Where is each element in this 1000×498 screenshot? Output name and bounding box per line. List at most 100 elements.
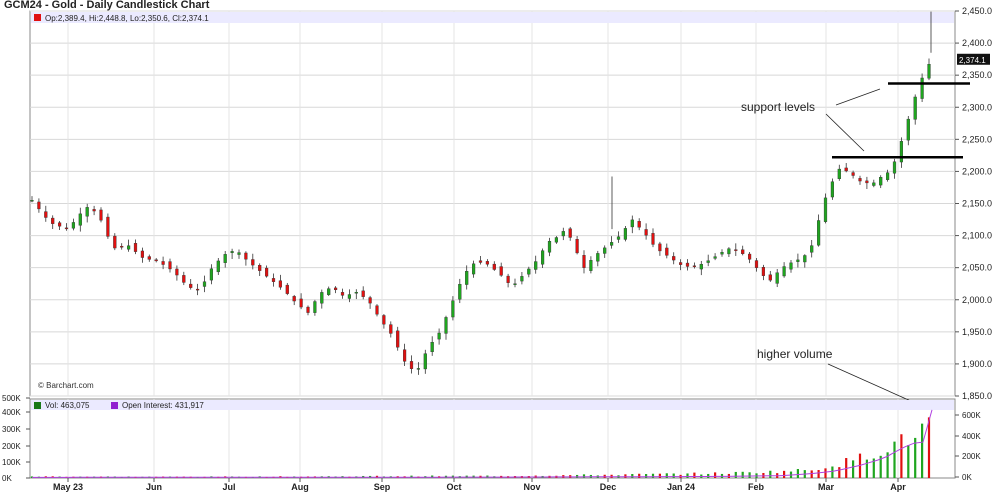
volume-bar [707, 473, 710, 478]
y-tick-label: 2,450.0 [962, 6, 992, 16]
vol-legend: Vol: 463,075 [45, 401, 90, 410]
candle-body [554, 237, 558, 243]
candle-body [361, 290, 365, 297]
candle-body [258, 265, 262, 271]
candle-body [644, 229, 648, 236]
candle-body [423, 353, 427, 370]
candle-body [409, 361, 414, 369]
volume-bar [672, 473, 675, 478]
candlestick-chart: 2,450.0 2,400.0 2,350.0 2,300.0 2,250.0 2,200… [2, 6, 992, 492]
x-tick-label: Oct [446, 482, 461, 492]
candle-body [99, 209, 103, 221]
candle-body [892, 161, 897, 174]
candle-body [368, 297, 372, 304]
candle-body [913, 96, 917, 120]
candle-body [285, 284, 289, 294]
vol-right-tick: 600K [962, 411, 981, 420]
candle-body [458, 283, 462, 300]
x-tick-label: Apr [890, 482, 906, 492]
vol-left-tick: 500K [2, 394, 21, 403]
candle-body [685, 262, 690, 267]
candle-body [651, 233, 655, 245]
candle-body [823, 197, 828, 222]
y-tick-label: 1,850.0 [962, 391, 992, 401]
x-tick-label: Jun [146, 482, 162, 492]
candle-body [541, 250, 545, 265]
volume-bar [741, 471, 744, 478]
volume-bar [665, 473, 668, 478]
candle-body [320, 292, 324, 304]
candle-body [906, 118, 910, 141]
candle-body [340, 292, 345, 296]
volume-bar [624, 474, 627, 478]
candle-body [506, 275, 510, 283]
volume-bar [831, 466, 834, 478]
candle-body [78, 213, 82, 226]
candle-body [527, 268, 531, 275]
candle-body [547, 240, 552, 253]
candle-body [195, 288, 200, 291]
volume-bar [921, 423, 924, 478]
candle-body [71, 222, 75, 229]
volume-bar [693, 472, 696, 478]
candle-body [126, 245, 131, 250]
candle-body [161, 261, 165, 265]
candle-body [761, 267, 765, 276]
volume-bar [714, 472, 717, 478]
candle-body [64, 227, 69, 230]
candle-body [865, 180, 869, 184]
volume-bar [865, 459, 868, 478]
candle-body [175, 268, 179, 276]
x-tick-label: Jan 24 [667, 482, 695, 492]
x-tick-label: Aug [291, 482, 309, 492]
candle-body [403, 349, 407, 362]
candle-body [147, 256, 151, 260]
y-tick-label: 2,250.0 [962, 134, 992, 144]
last-price-label: 2,374.1 [959, 56, 986, 65]
volume-bar [927, 417, 931, 478]
x-tick-label: Sep [374, 482, 391, 492]
legend-swatch [34, 14, 41, 21]
y-tick-label: 2,200.0 [962, 166, 992, 176]
candle-body [706, 260, 710, 263]
candle-body [313, 301, 317, 313]
candle-body [623, 228, 627, 240]
candle-body [899, 141, 903, 163]
candle-body [520, 276, 524, 282]
y-tick-label: 2,300.0 [962, 102, 992, 112]
candle-body [616, 236, 621, 240]
candle-body [299, 298, 303, 308]
ohlc-legend: Op:2,389.4, Hi:2,448.8, Lo:2,350.6, Cl:2… [45, 14, 209, 23]
candle-body [278, 280, 282, 288]
volume-bar [900, 434, 903, 478]
candle-body [382, 315, 386, 325]
candle-body [451, 300, 455, 318]
candle-body [396, 330, 400, 348]
x-tick-label: Jul [222, 482, 235, 492]
x-tick-label: Feb [748, 482, 765, 492]
candle-body [444, 317, 448, 334]
vol-left-tick: 200K [2, 442, 21, 451]
x-tick-label: Nov [523, 482, 540, 492]
candle-body [113, 235, 117, 249]
volume-annotation: higher volume [757, 347, 833, 361]
vol-left-tick: 0K [2, 474, 12, 483]
oi-legend: Open Interest: 431,917 [122, 401, 204, 410]
candle-body [713, 256, 717, 259]
candle-body [561, 231, 565, 237]
vol-left-tick: 100K [2, 458, 21, 467]
volume-bar [769, 470, 772, 478]
candle-body [334, 287, 338, 291]
candle-body [775, 272, 779, 284]
y-tick-label: 2,400.0 [962, 38, 992, 48]
candle-body [582, 255, 586, 268]
candle-body [375, 305, 379, 315]
candle-body [630, 219, 634, 228]
volume-bar [631, 474, 634, 478]
candle-body [679, 262, 683, 265]
support-annotation: support levels [741, 100, 815, 114]
volume-bar [734, 471, 737, 478]
candle-body [154, 259, 158, 262]
candle-body [851, 172, 855, 176]
candle-body [437, 332, 441, 340]
